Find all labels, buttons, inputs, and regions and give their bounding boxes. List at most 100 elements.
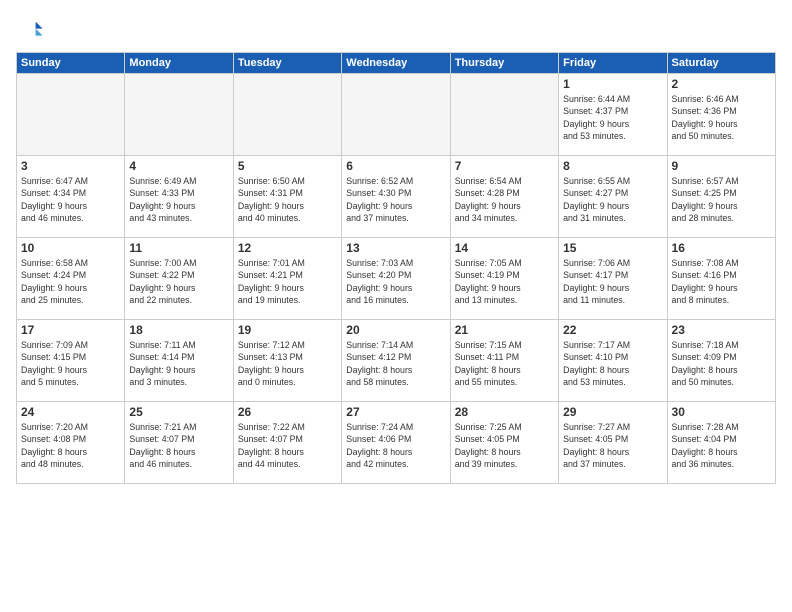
calendar-day-cell: 29Sunrise: 7:27 AM Sunset: 4:05 PM Dayli… <box>559 402 667 484</box>
day-number: 18 <box>129 323 228 337</box>
calendar-day-cell: 30 Sunrise: 7:28 AM Sunset: 4:04 PM Dayli… <box>667 402 775 484</box>
weekday-header-cell: Tuesday <box>233 53 341 74</box>
day-detail: Sunrise: 6:49 AM Sunset: 4:33 PM Dayligh… <box>129 175 228 224</box>
day-number: 3 <box>21 159 120 173</box>
day-number: 15 <box>563 241 662 255</box>
page: SundayMondayTuesdayWednesdayThursdayFrid… <box>0 0 792 612</box>
calendar-day-cell: 5 Sunrise: 6:50 AM Sunset: 4:31 PM Daylig… <box>233 156 341 238</box>
calendar-day-cell: 20 Sunrise: 7:14 AM Sunset: 4:12 PM Dayli… <box>342 320 450 402</box>
calendar-table: SundayMondayTuesdayWednesdayThursdayFrid… <box>16 52 776 484</box>
day-number: 23 <box>672 323 771 337</box>
day-detail: Sunrise: 6:46 AM Sunset: 4:36 PM Dayligh… <box>672 93 771 142</box>
calendar-day-cell: 14 Sunrise: 7:05 AM Sunset: 4:19 PM Dayli… <box>450 238 558 320</box>
calendar-day-cell: 21 Sunrise: 7:15 AM Sunset: 4:11 PM Dayli… <box>450 320 558 402</box>
day-number: 14 <box>455 241 554 255</box>
calendar-day-cell <box>125 74 233 156</box>
day-number: 16 <box>672 241 771 255</box>
day-number: 28 <box>455 405 554 419</box>
day-number: 21 <box>455 323 554 337</box>
day-number: 22 <box>563 323 662 337</box>
calendar-day-cell: 23 Sunrise: 7:18 AM Sunset: 4:09 PM Dayli… <box>667 320 775 402</box>
calendar-day-cell: 15 Sunrise: 7:06 AM Sunset: 4:17 PM Dayli… <box>559 238 667 320</box>
day-detail: Sunrise: 7:09 AM Sunset: 4:15 PM Dayligh… <box>21 339 120 388</box>
calendar-day-cell: 25 Sunrise: 7:21 AM Sunset: 4:07 PM Dayli… <box>125 402 233 484</box>
calendar-day-cell: 19 Sunrise: 7:12 AM Sunset: 4:13 PM Dayli… <box>233 320 341 402</box>
calendar-day-cell: 28 Sunrise: 7:25 AM Sunset: 4:05 PM Dayli… <box>450 402 558 484</box>
header <box>16 16 776 44</box>
day-detail: Sunrise: 6:44 AM Sunset: 4:37 PM Dayligh… <box>563 93 662 142</box>
day-detail: Sunrise: 7:25 AM Sunset: 4:05 PM Dayligh… <box>455 421 554 470</box>
weekday-header-cell: Monday <box>125 53 233 74</box>
day-detail: Sunrise: 6:52 AM Sunset: 4:30 PM Dayligh… <box>346 175 445 224</box>
day-detail: Sunrise: 7:08 AM Sunset: 4:16 PM Dayligh… <box>672 257 771 306</box>
day-detail: Sunrise: 7:21 AM Sunset: 4:07 PM Dayligh… <box>129 421 228 470</box>
day-number: 26 <box>238 405 337 419</box>
day-number: 12 <box>238 241 337 255</box>
calendar-day-cell: 13Sunrise: 7:03 AM Sunset: 4:20 PM Dayli… <box>342 238 450 320</box>
calendar-week-row: 24 Sunrise: 7:20 AM Sunset: 4:08 PM Dayli… <box>17 402 776 484</box>
day-detail: Sunrise: 6:57 AM Sunset: 4:25 PM Dayligh… <box>672 175 771 224</box>
day-detail: Sunrise: 7:27 AM Sunset: 4:05 PM Dayligh… <box>563 421 662 470</box>
day-detail: Sunrise: 6:54 AM Sunset: 4:28 PM Dayligh… <box>455 175 554 224</box>
calendar-day-cell: 8Sunrise: 6:55 AM Sunset: 4:27 PM Daylig… <box>559 156 667 238</box>
calendar-day-cell: 27 Sunrise: 7:24 AM Sunset: 4:06 PM Dayli… <box>342 402 450 484</box>
day-number: 2 <box>672 77 771 91</box>
day-detail: Sunrise: 7:05 AM Sunset: 4:19 PM Dayligh… <box>455 257 554 306</box>
calendar-day-cell: 26 Sunrise: 7:22 AM Sunset: 4:07 PM Dayli… <box>233 402 341 484</box>
day-detail: Sunrise: 6:47 AM Sunset: 4:34 PM Dayligh… <box>21 175 120 224</box>
calendar-day-cell: 18 Sunrise: 7:11 AM Sunset: 4:14 PM Dayli… <box>125 320 233 402</box>
weekday-header-cell: Saturday <box>667 53 775 74</box>
calendar-day-cell <box>450 74 558 156</box>
day-number: 5 <box>238 159 337 173</box>
day-detail: Sunrise: 7:01 AM Sunset: 4:21 PM Dayligh… <box>238 257 337 306</box>
day-detail: Sunrise: 7:18 AM Sunset: 4:09 PM Dayligh… <box>672 339 771 388</box>
calendar-day-cell: 16 Sunrise: 7:08 AM Sunset: 4:16 PM Dayli… <box>667 238 775 320</box>
day-detail: Sunrise: 7:22 AM Sunset: 4:07 PM Dayligh… <box>238 421 337 470</box>
day-number: 20 <box>346 323 445 337</box>
calendar-day-cell: 7Sunrise: 6:54 AM Sunset: 4:28 PM Daylig… <box>450 156 558 238</box>
calendar-day-cell: 6 Sunrise: 6:52 AM Sunset: 4:30 PM Daylig… <box>342 156 450 238</box>
day-number: 8 <box>563 159 662 173</box>
day-number: 10 <box>21 241 120 255</box>
day-detail: Sunrise: 7:20 AM Sunset: 4:08 PM Dayligh… <box>21 421 120 470</box>
logo-icon <box>16 16 44 44</box>
day-detail: Sunrise: 7:12 AM Sunset: 4:13 PM Dayligh… <box>238 339 337 388</box>
day-number: 24 <box>21 405 120 419</box>
day-detail: Sunrise: 7:17 AM Sunset: 4:10 PM Dayligh… <box>563 339 662 388</box>
calendar-day-cell: 12 Sunrise: 7:01 AM Sunset: 4:21 PM Dayli… <box>233 238 341 320</box>
calendar-day-cell: 4 Sunrise: 6:49 AM Sunset: 4:33 PM Daylig… <box>125 156 233 238</box>
day-detail: Sunrise: 6:58 AM Sunset: 4:24 PM Dayligh… <box>21 257 120 306</box>
calendar-day-cell: 9 Sunrise: 6:57 AM Sunset: 4:25 PM Daylig… <box>667 156 775 238</box>
day-number: 4 <box>129 159 228 173</box>
day-number: 9 <box>672 159 771 173</box>
day-number: 17 <box>21 323 120 337</box>
calendar-day-cell <box>17 74 125 156</box>
day-detail: Sunrise: 7:28 AM Sunset: 4:04 PM Dayligh… <box>672 421 771 470</box>
calendar-day-cell: 11 Sunrise: 7:00 AM Sunset: 4:22 PM Dayli… <box>125 238 233 320</box>
calendar-body: 1Sunrise: 6:44 AM Sunset: 4:37 PM Daylig… <box>17 74 776 484</box>
calendar-day-cell: 22 Sunrise: 7:17 AM Sunset: 4:10 PM Dayli… <box>559 320 667 402</box>
day-number: 30 <box>672 405 771 419</box>
calendar-week-row: 17 Sunrise: 7:09 AM Sunset: 4:15 PM Dayli… <box>17 320 776 402</box>
day-detail: Sunrise: 7:15 AM Sunset: 4:11 PM Dayligh… <box>455 339 554 388</box>
day-detail: Sunrise: 7:11 AM Sunset: 4:14 PM Dayligh… <box>129 339 228 388</box>
day-number: 13 <box>346 241 445 255</box>
day-detail: Sunrise: 7:06 AM Sunset: 4:17 PM Dayligh… <box>563 257 662 306</box>
weekday-header-row: SundayMondayTuesdayWednesdayThursdayFrid… <box>17 53 776 74</box>
weekday-header-cell: Thursday <box>450 53 558 74</box>
day-detail: Sunrise: 7:14 AM Sunset: 4:12 PM Dayligh… <box>346 339 445 388</box>
calendar-day-cell: 17 Sunrise: 7:09 AM Sunset: 4:15 PM Dayli… <box>17 320 125 402</box>
day-detail: Sunrise: 6:50 AM Sunset: 4:31 PM Dayligh… <box>238 175 337 224</box>
day-number: 27 <box>346 405 445 419</box>
calendar-week-row: 3 Sunrise: 6:47 AM Sunset: 4:34 PM Daylig… <box>17 156 776 238</box>
weekday-header-cell: Wednesday <box>342 53 450 74</box>
day-detail: Sunrise: 7:00 AM Sunset: 4:22 PM Dayligh… <box>129 257 228 306</box>
day-number: 25 <box>129 405 228 419</box>
calendar-day-cell: 1Sunrise: 6:44 AM Sunset: 4:37 PM Daylig… <box>559 74 667 156</box>
day-detail: Sunrise: 7:24 AM Sunset: 4:06 PM Dayligh… <box>346 421 445 470</box>
day-number: 11 <box>129 241 228 255</box>
day-number: 6 <box>346 159 445 173</box>
day-number: 19 <box>238 323 337 337</box>
calendar-day-cell <box>233 74 341 156</box>
calendar-day-cell <box>342 74 450 156</box>
